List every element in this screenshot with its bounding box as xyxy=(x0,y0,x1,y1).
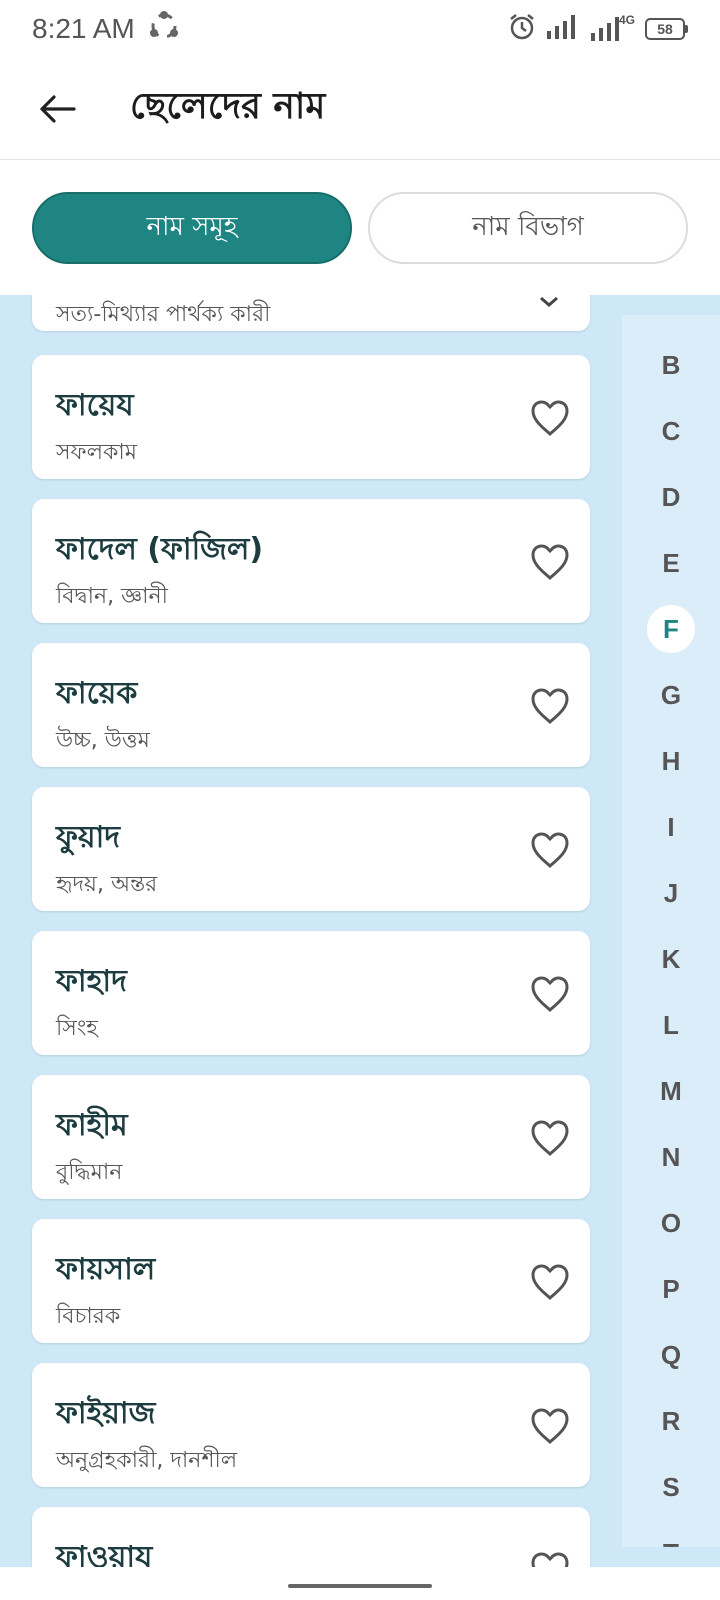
name-title: ফাওয়ায xyxy=(56,1540,153,1567)
chevron-down-icon[interactable] xyxy=(538,295,560,309)
name-title: ফায়েয xyxy=(56,388,134,423)
name-title: ফাদেল (ফাজিল) xyxy=(56,532,264,567)
status-right: 4G 58 xyxy=(507,12,688,46)
name-title: ফায়সাল xyxy=(56,1252,156,1287)
list-item[interactable]: ফাইয়াজ অনুগ্রহকারী, দানশীল xyxy=(32,1363,590,1487)
heart-icon[interactable] xyxy=(530,1407,570,1445)
alpha-letter-b[interactable]: B xyxy=(647,341,695,389)
list-item[interactable]: সত্য-মিথ্যার পার্থক্য কারী xyxy=(32,295,590,331)
alpha-letter-k[interactable]: K xyxy=(647,935,695,983)
home-indicator[interactable] xyxy=(288,1584,432,1588)
alarm-icon xyxy=(507,12,537,46)
alpha-letter-i[interactable]: I xyxy=(647,803,695,851)
app-bar: ছেলেদের নাম xyxy=(0,58,720,160)
list-item[interactable]: ফায়েয সফলকাম xyxy=(32,355,590,479)
list-item[interactable]: ফুয়াদ হৃদয়, অন্তর xyxy=(32,787,590,911)
heart-icon[interactable] xyxy=(530,399,570,437)
tab-bar: নাম সমূহ নাম বিভাগ xyxy=(0,160,720,295)
status-bar: 8:21 AM 4G 58 xyxy=(0,0,720,58)
signal-4g-icon: 4G xyxy=(589,13,637,43)
alpha-letter-d[interactable]: D xyxy=(647,473,695,521)
name-meaning: বিদ্বান, জ্ঞানী xyxy=(56,584,168,609)
name-title: ফাহীম xyxy=(56,1108,128,1143)
alpha-letter-s[interactable]: S xyxy=(647,1463,695,1511)
alphabet-index[interactable]: B C D E F G H I J K L M N O P Q R S T xyxy=(622,315,720,1547)
heart-icon[interactable] xyxy=(530,543,570,581)
network-type: 4G xyxy=(619,13,636,27)
status-left: 8:21 AM xyxy=(32,9,181,50)
list-item[interactable]: ফায়েক উচ্চ, উত্তম xyxy=(32,643,590,767)
list-item[interactable]: ফাদেল (ফাজিল) বিদ্বান, জ্ঞানী xyxy=(32,499,590,623)
name-meaning: সত্য-মিথ্যার পার্থক্য কারী xyxy=(56,302,271,327)
name-title: ফায়েক xyxy=(56,676,138,711)
system-nav-bar xyxy=(0,1567,720,1600)
heart-icon[interactable] xyxy=(530,975,570,1013)
name-meaning: সফলকাম xyxy=(56,440,137,465)
heart-icon[interactable] xyxy=(530,831,570,869)
alpha-letter-q[interactable]: Q xyxy=(647,1331,695,1379)
alpha-letter-n[interactable]: N xyxy=(647,1133,695,1181)
alpha-letter-m[interactable]: M xyxy=(647,1067,695,1115)
battery-level: 58 xyxy=(645,18,685,40)
alpha-letter-r[interactable]: R xyxy=(647,1397,695,1445)
alpha-letter-o[interactable]: O xyxy=(647,1199,695,1247)
heart-icon[interactable] xyxy=(530,1263,570,1301)
list-item[interactable]: ফাহাদ সিংহ xyxy=(32,931,590,1055)
name-list-area: সত্য-মিথ্যার পার্থক্য কারী ফায়েয সফলকাম… xyxy=(0,295,720,1567)
name-title: ফাইয়াজ xyxy=(56,1396,156,1431)
alpha-letter-p[interactable]: P xyxy=(647,1265,695,1313)
alpha-letter-t[interactable]: T xyxy=(647,1529,695,1548)
status-time: 8:21 AM xyxy=(32,13,135,44)
back-button[interactable] xyxy=(28,79,88,139)
battery-icon: 58 xyxy=(645,18,688,40)
name-meaning: বুদ্ধিমান xyxy=(56,1160,123,1185)
arrow-left-icon xyxy=(40,94,76,123)
name-meaning: অনুগ্রহকারী, দানশীল xyxy=(56,1448,238,1473)
name-meaning: বিচারক xyxy=(56,1304,121,1329)
signal-icon xyxy=(545,13,581,45)
sync-icon xyxy=(147,9,181,50)
name-title: ফাহাদ xyxy=(56,964,127,999)
heart-icon[interactable] xyxy=(530,1551,570,1567)
alpha-letter-e[interactable]: E xyxy=(647,539,695,587)
name-title: ফুয়াদ xyxy=(56,820,121,855)
name-meaning: হৃদয়, অন্তর xyxy=(56,872,158,897)
heart-icon[interactable] xyxy=(530,1119,570,1157)
tab-categories[interactable]: নাম বিভাগ xyxy=(368,191,688,264)
page-title: ছেলেদের নাম xyxy=(130,85,326,127)
heart-icon[interactable] xyxy=(530,687,570,725)
alpha-letter-l[interactable]: L xyxy=(647,1001,695,1049)
name-meaning: উচ্চ, উত্তম xyxy=(56,728,150,753)
list-item[interactable]: ফাওয়ায xyxy=(32,1507,590,1567)
tab-names[interactable]: নাম সমূহ xyxy=(32,191,352,264)
alpha-letter-h[interactable]: H xyxy=(647,737,695,785)
name-meaning: সিংহ xyxy=(56,1016,98,1041)
alpha-letter-j[interactable]: J xyxy=(647,869,695,917)
list-item[interactable]: ফাহীম বুদ্ধিমান xyxy=(32,1075,590,1199)
alpha-letter-g[interactable]: G xyxy=(647,671,695,719)
alpha-letter-c[interactable]: C xyxy=(647,407,695,455)
screen: 8:21 AM 4G 58 ছেলেদের নাম নাম সমূহ নাম ব… xyxy=(0,0,720,1600)
alpha-letter-f[interactable]: F xyxy=(647,605,695,653)
list-item[interactable]: ফায়সাল বিচারক xyxy=(32,1219,590,1343)
